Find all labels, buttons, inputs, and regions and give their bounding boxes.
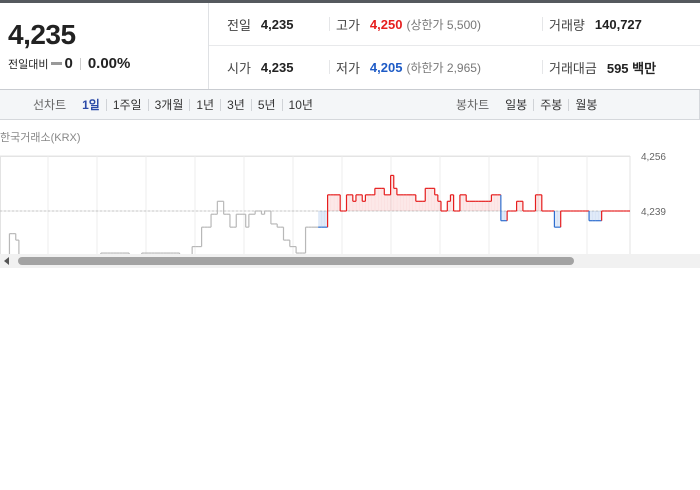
- price-area: [352, 201, 357, 211]
- price-area: [371, 194, 376, 211]
- stat-label: 거래량: [549, 17, 585, 33]
- stat-value: 4,250: [369, 16, 403, 32]
- candle-chart-label: 봉차트: [456, 98, 490, 112]
- price-area: [409, 194, 413, 211]
- price-area: [327, 194, 332, 211]
- change-value: 0: [64, 55, 73, 72]
- stats-grid: 전일 4,235 고가 4,250 (상한가 5,500) 거래량 140,72…: [209, 3, 700, 89]
- lower-limit: (하한가 2,965): [406, 60, 481, 75]
- price-area: [418, 201, 423, 211]
- price-area: [554, 211, 558, 228]
- price-area: [447, 201, 451, 211]
- price-area: [318, 211, 322, 228]
- price-area: [365, 194, 369, 211]
- price-change: 전일대비 0 0.00%: [8, 55, 130, 72]
- current-price: 4,235: [8, 19, 76, 50]
- stats-row: 전일 4,235 고가 4,250 (상한가 5,500) 거래량 140,72…: [209, 3, 700, 46]
- stat-high: 고가 4,250 (상한가 5,500): [329, 16, 481, 33]
- chart-scrollbar[interactable]: [0, 254, 700, 268]
- tab-3year[interactable]: 3년: [220, 98, 251, 111]
- stat-open: 시가 4,235: [227, 46, 293, 88]
- stat-label: 저가: [336, 60, 360, 76]
- change-label: 전일대비: [8, 58, 49, 71]
- stat-value: 140,727: [594, 16, 642, 32]
- price-area: [396, 194, 401, 211]
- y-tick-label: 4,256: [641, 152, 666, 163]
- price-area: [333, 194, 338, 211]
- stat-label: 거래대금: [549, 60, 597, 76]
- tab-weekly-candle[interactable]: 주봉: [533, 98, 568, 111]
- scroll-thumb[interactable]: [18, 257, 574, 265]
- tab-5year[interactable]: 5년: [250, 98, 282, 111]
- line-chart-label: 선차트: [33, 98, 67, 112]
- tab-10year[interactable]: 10년: [281, 98, 319, 111]
- divider: [79, 57, 81, 70]
- current-price-box: 4,235 전일대비 0 0.00%: [0, 3, 209, 89]
- stat-value: 4,205: [369, 59, 403, 75]
- price-area: [595, 211, 599, 221]
- price-area: [378, 188, 382, 211]
- stats-row: 시가 4,235 저가 4,205 (하한가 2,965) 거래대금 595 백…: [209, 46, 700, 88]
- price-area: [592, 211, 596, 221]
- price-area: [368, 194, 372, 211]
- price-area: [481, 201, 486, 211]
- y-tick-label: 4,239: [641, 207, 666, 218]
- stat-value: 595 백만: [606, 60, 657, 76]
- price-area: [494, 194, 498, 211]
- stat-low: 저가 4,205 (하한가 2,965): [329, 59, 481, 76]
- price-area: [346, 194, 350, 211]
- flat-change-icon: [51, 62, 63, 65]
- candle-chart-tabs: 봉차트 일봉 주봉 월봉: [456, 90, 603, 119]
- change-percent: 0.00%: [87, 55, 131, 72]
- price-area: [500, 211, 505, 221]
- stat-value: 4,235: [260, 59, 294, 75]
- price-area: [466, 201, 470, 211]
- price-area: [459, 194, 464, 211]
- price-area: [469, 201, 473, 211]
- price-area: [384, 194, 388, 211]
- tab-3month[interactable]: 3개월: [147, 98, 190, 111]
- price-area: [403, 194, 407, 211]
- stat-volume: 거래량 140,727: [542, 16, 642, 33]
- price-area: [475, 201, 480, 211]
- price-area: [355, 194, 360, 211]
- price-area: [485, 201, 489, 211]
- line-chart-tabs: 선차트 1일 1주일 3개월 1년 3년 5년 10년: [33, 90, 319, 119]
- intraday-chart: 4,256 4,239: [0, 142, 700, 254]
- price-area: [415, 201, 420, 211]
- stat-value: 4,235: [260, 16, 294, 32]
- price-area: [362, 201, 366, 211]
- price-area: [422, 201, 426, 211]
- scroll-left-icon[interactable]: [4, 257, 9, 265]
- price-area: [374, 188, 379, 211]
- stat-amount: 거래대금 595 백만: [542, 60, 657, 76]
- chart-svg: 4,256 4,239: [0, 152, 666, 254]
- stat-label: 전일: [227, 17, 251, 33]
- price-summary: 4,235 전일대비 0 0.00% 전일 4,235 고가 4,250 (상한…: [0, 3, 700, 90]
- price-area: [330, 194, 335, 211]
- price-area: [425, 188, 429, 211]
- price-area: [516, 201, 521, 211]
- stat-prev-close: 전일 4,235: [227, 3, 293, 45]
- price-area: [491, 194, 495, 211]
- stat-label: 고가: [336, 17, 360, 33]
- price-area: [488, 201, 492, 211]
- tab-monthly-candle[interactable]: 월봉: [568, 98, 603, 111]
- price-area: [478, 201, 483, 211]
- tab-1day[interactable]: 1일: [76, 99, 106, 111]
- price-area: [406, 194, 410, 211]
- upper-limit: (상한가 5,500): [406, 17, 481, 32]
- tab-daily-candle[interactable]: 일봉: [499, 99, 533, 111]
- price-area: [400, 194, 404, 211]
- price-area: [387, 194, 391, 211]
- tab-1year[interactable]: 1년: [189, 98, 220, 111]
- price-area: [321, 211, 325, 228]
- chart-period-tabs: 선차트 1일 1주일 3개월 1년 3년 5년 10년 봉차트 일봉 주봉 월봉: [0, 90, 700, 120]
- tab-1week[interactable]: 1주일: [105, 98, 148, 111]
- price-area: [472, 201, 476, 211]
- price-area: [535, 194, 539, 211]
- stat-label: 시가: [227, 60, 251, 76]
- price-area: [428, 188, 432, 211]
- price-area: [589, 211, 593, 221]
